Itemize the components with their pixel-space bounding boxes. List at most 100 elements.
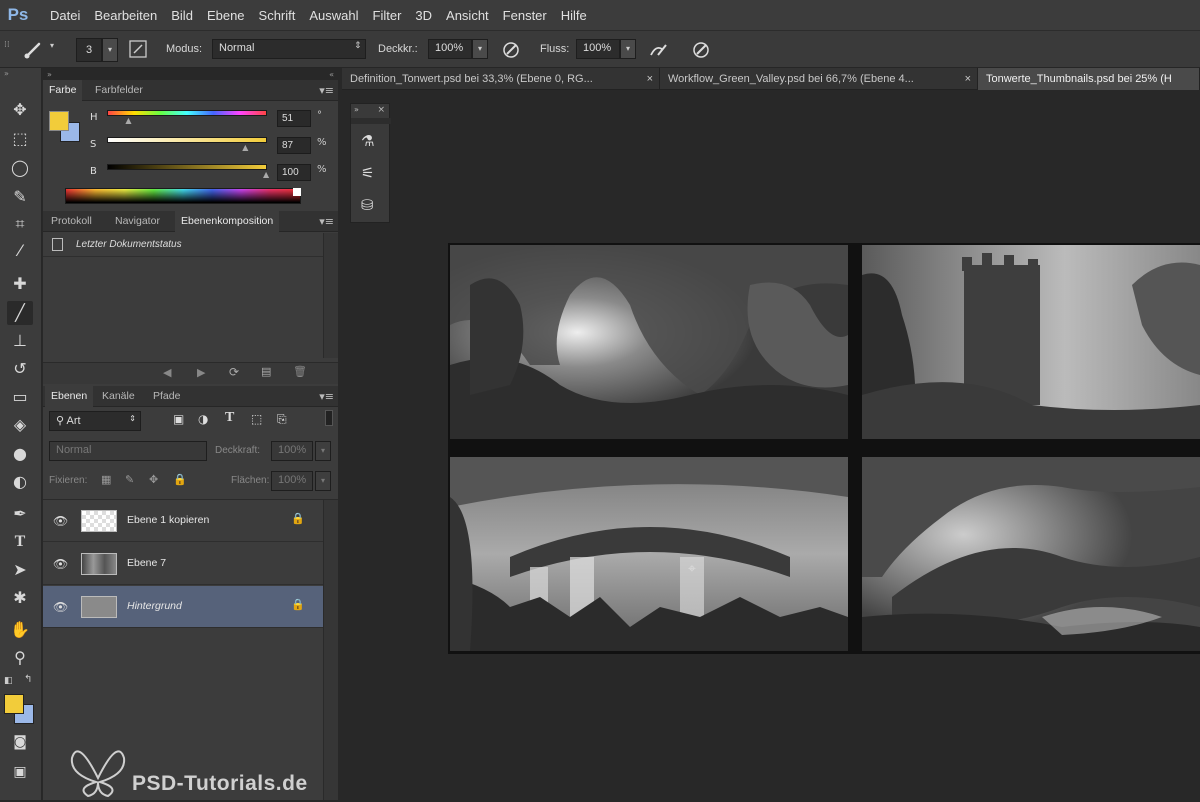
airbrush-icon[interactable] bbox=[648, 39, 670, 61]
menu-item[interactable]: Hilfe bbox=[561, 8, 587, 23]
lasso-tool-icon[interactable]: ◯ bbox=[7, 156, 33, 180]
tab-kanaele[interactable]: Kanäle bbox=[96, 386, 141, 407]
layer-opacity-dropdown[interactable]: ▾ bbox=[315, 441, 331, 461]
close-icon[interactable]: × bbox=[965, 68, 971, 90]
history-scrollbar[interactable] bbox=[323, 233, 338, 358]
default-colors-icon[interactable]: ◧ bbox=[4, 676, 13, 686]
b-slider-handle[interactable]: ▲ bbox=[263, 170, 269, 179]
mode-select[interactable]: Normal bbox=[212, 39, 366, 59]
opacity-field[interactable]: 100% bbox=[428, 39, 472, 59]
menu-item[interactable]: Bild bbox=[171, 8, 193, 23]
quick-selection-tool-icon[interactable]: ✎ bbox=[7, 185, 33, 209]
brush-size-dropdown[interactable]: ▾ bbox=[102, 38, 118, 62]
eyedropper-tool-icon[interactable]: ⁄ bbox=[7, 239, 33, 263]
canvas-area[interactable]: » × ⚗ ⚟ ⛁ ⌖ bbox=[342, 91, 1200, 800]
eraser-tool-icon[interactable]: ▭ bbox=[7, 385, 33, 409]
tab-workflow-green-valley[interactable]: Workflow_Green_Valley.psd bei 66,7% (Ebe… bbox=[660, 68, 978, 90]
layers-scrollbar[interactable] bbox=[323, 500, 338, 800]
floating-grip[interactable] bbox=[351, 118, 391, 124]
h-value-field[interactable]: 51 bbox=[277, 110, 311, 127]
screen-mode-icon[interactable]: ▣ bbox=[7, 760, 33, 784]
filter-smart-object-icon[interactable]: ⎘ bbox=[277, 412, 287, 427]
lock-all-icon[interactable]: 🔒 bbox=[173, 473, 187, 486]
menu-item[interactable]: Ansicht bbox=[446, 8, 489, 23]
tab-protokoll[interactable]: Protokoll bbox=[45, 211, 98, 232]
color-ramp[interactable] bbox=[65, 188, 301, 204]
lock-position-icon[interactable]: ✥ bbox=[149, 473, 158, 486]
paint-bucket-tool-icon[interactable]: ◈ bbox=[7, 413, 33, 437]
visibility-eye-icon[interactable]: 👁 bbox=[53, 557, 68, 571]
brush-panel-icon[interactable] bbox=[128, 39, 148, 59]
layer-row[interactable]: 👁 Hintergrund 🔒 bbox=[43, 586, 323, 628]
move-tool-icon[interactable]: ✥ bbox=[7, 98, 33, 122]
layer-name[interactable]: Hintergrund bbox=[127, 600, 182, 612]
panel-collapse-icon[interactable]: » bbox=[47, 70, 52, 79]
trash-icon[interactable]: 🗑 bbox=[293, 365, 307, 378]
panel-expand-icon[interactable]: « bbox=[329, 70, 334, 79]
tab-definition-tonwert[interactable]: Definition_Tonwert.psd bei 33,3% (Ebene … bbox=[342, 68, 660, 90]
menu-item[interactable]: Auswahl bbox=[309, 8, 358, 23]
history-brush-tool-icon[interactable]: ↺ bbox=[7, 357, 33, 381]
next-icon[interactable]: ▶ bbox=[197, 366, 205, 379]
lock-transparent-icon[interactable]: ▦ bbox=[101, 473, 111, 486]
pen-tool-icon[interactable]: ✒ bbox=[7, 502, 33, 526]
s-slider-handle[interactable]: ▲ bbox=[242, 143, 248, 152]
hand-tool-icon[interactable]: ✋ bbox=[7, 618, 33, 642]
clone-stamp-tool-icon[interactable]: ⊥ bbox=[7, 329, 33, 353]
filter-shape-icon[interactable]: ⬚ bbox=[251, 412, 262, 426]
toolbox-collapse-icon[interactable]: » bbox=[4, 69, 9, 78]
filter-pixel-icon[interactable]: ▣ bbox=[173, 412, 184, 426]
previous-icon[interactable]: ◀ bbox=[163, 366, 171, 379]
layer-name[interactable]: Ebene 1 kopieren bbox=[127, 514, 209, 526]
fill-field[interactable]: 100% bbox=[271, 471, 313, 491]
b-value-field[interactable]: 100 bbox=[277, 164, 311, 181]
tab-farbfelder[interactable]: Farbfelder bbox=[89, 80, 149, 101]
floating-close-icon[interactable]: × bbox=[377, 105, 385, 115]
opacity-dropdown[interactable]: ▾ bbox=[472, 39, 488, 59]
tab-pfade[interactable]: Pfade bbox=[147, 386, 186, 407]
tab-tonwerte-thumbnails[interactable]: Tonwerte_Thumbnails.psd bei 25% (H bbox=[978, 68, 1200, 90]
new-comp-icon[interactable]: ▤ bbox=[261, 365, 271, 378]
b-slider[interactable] bbox=[107, 164, 267, 170]
path-selection-tool-icon[interactable]: ➤ bbox=[7, 558, 33, 582]
swap-colors-icon[interactable]: ↰ bbox=[24, 674, 32, 685]
tab-farbe[interactable]: Farbe bbox=[43, 80, 83, 101]
quick-mask-icon[interactable]: ◙ bbox=[7, 730, 33, 754]
white-swatch[interactable] bbox=[293, 188, 301, 196]
menu-item[interactable]: Fenster bbox=[503, 8, 547, 23]
type-tool-icon[interactable]: T bbox=[7, 530, 33, 554]
floating-collapse-icon[interactable]: » bbox=[354, 105, 359, 114]
filter-type-icon[interactable]: T bbox=[225, 410, 234, 426]
h-slider-handle[interactable]: ▲ bbox=[125, 116, 131, 125]
flow-field[interactable]: 100% bbox=[576, 39, 620, 59]
dodge-tool-icon[interactable]: ◐ bbox=[7, 470, 33, 494]
layer-opacity-field[interactable]: 100% bbox=[271, 441, 313, 461]
menu-item[interactable]: Bearbeiten bbox=[94, 8, 157, 23]
menu-item[interactable]: Ebene bbox=[207, 8, 245, 23]
tab-ebenenkomposition[interactable]: Ebenenkomposition bbox=[175, 211, 280, 232]
history-item[interactable]: Letzter Dokumentstatus bbox=[43, 233, 323, 257]
crop-tool-icon[interactable]: ⌗ bbox=[7, 212, 33, 236]
refresh-icon[interactable]: ⟳ bbox=[229, 365, 239, 379]
blur-tool-icon[interactable]: ● bbox=[7, 442, 33, 466]
marquee-tool-icon[interactable]: ⬚ bbox=[7, 127, 33, 151]
document-canvas[interactable] bbox=[448, 243, 1200, 654]
tab-navigator[interactable]: Navigator bbox=[109, 211, 166, 232]
tab-ebenen[interactable]: Ebenen bbox=[45, 386, 94, 407]
foreground-color-swatch[interactable] bbox=[4, 694, 24, 714]
menu-item[interactable]: Filter bbox=[373, 8, 402, 23]
preset-dropdown-icon[interactable]: ▾ bbox=[50, 41, 54, 50]
filter-adjustment-icon[interactable]: ◑ bbox=[198, 412, 208, 426]
clone-source-icon[interactable]: ⛁ bbox=[361, 196, 374, 214]
layer-name[interactable]: Ebene 7 bbox=[127, 557, 166, 569]
menu-item[interactable]: 3D bbox=[415, 8, 432, 23]
shape-tool-icon[interactable]: ✱ bbox=[7, 586, 33, 610]
brush-tool-icon[interactable]: ╱ bbox=[7, 301, 33, 325]
menu-item[interactable]: Schrift bbox=[259, 8, 296, 23]
menu-item[interactable]: Datei bbox=[50, 8, 80, 23]
brush-presets-icon[interactable]: ⚗ bbox=[361, 132, 374, 150]
pressure-size-icon[interactable] bbox=[690, 39, 712, 61]
blend-mode-select[interactable]: Normal bbox=[49, 441, 207, 461]
s-value-field[interactable]: 87 bbox=[277, 137, 311, 154]
panel-menu-icon[interactable]: ▾≡ bbox=[319, 386, 334, 407]
